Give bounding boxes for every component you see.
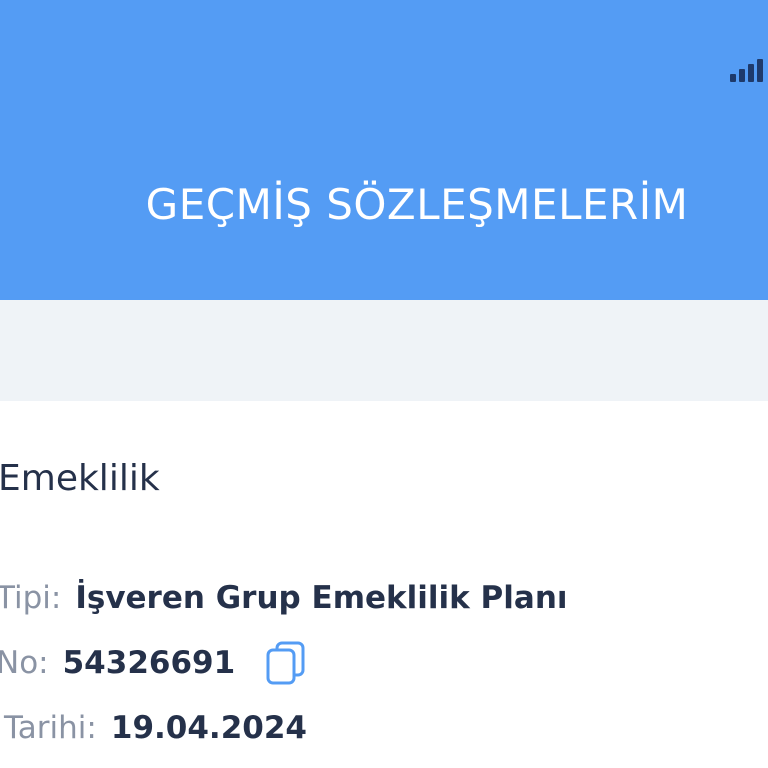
contract-section-title: Emeklilik [0, 458, 160, 499]
section-divider-band [0, 300, 768, 401]
copy-icon[interactable] [265, 641, 307, 685]
contract-date-row: Tarihi: 19.04.2024 [4, 706, 307, 750]
contract-type-value: İşveren Grup Emeklilik Planı [75, 580, 568, 616]
contract-type-row: Tipi: İşveren Grup Emeklilik Planı [0, 576, 568, 620]
page-title: GEÇMİŞ SÖZLEŞMELERİM [145, 180, 689, 229]
contract-number-value: 54326691 [62, 645, 236, 681]
contract-date-label: Tarihi: [4, 710, 97, 746]
page-header: GEÇMİŞ SÖZLEŞMELERİM [0, 0, 768, 300]
contract-date-value: 19.04.2024 [110, 710, 307, 746]
signal-strength-icon [730, 59, 763, 82]
contract-type-label: Tipi: [0, 580, 62, 616]
contract-number-row: No: 54326691 [0, 641, 307, 685]
contract-number-label: No: [0, 645, 49, 681]
